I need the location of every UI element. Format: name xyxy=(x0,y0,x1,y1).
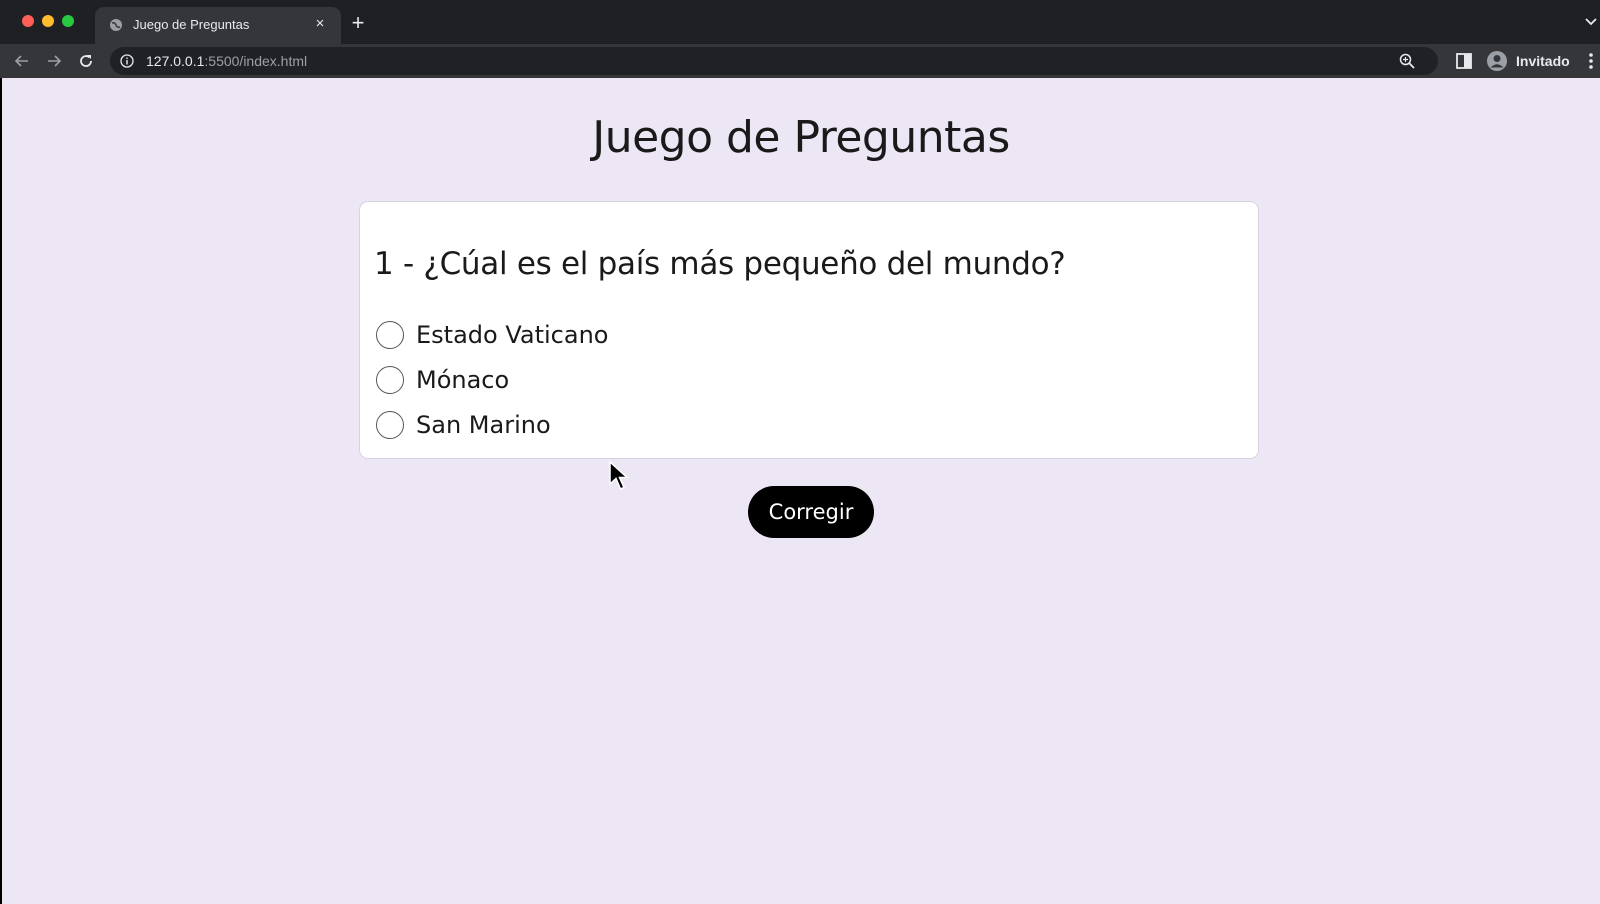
arrow-left-icon xyxy=(14,55,28,67)
radio-button[interactable] xyxy=(376,410,404,439)
page-viewport: Juego de Preguntas 1 - ¿Cúal es el país … xyxy=(2,78,1600,904)
option-estado-vaticano[interactable]: Estado Vaticano xyxy=(376,312,608,357)
option-san-marino[interactable]: San Marino xyxy=(376,402,608,447)
browser-tab[interactable]: Juego de Preguntas × xyxy=(95,7,341,44)
forward-button[interactable] xyxy=(42,49,66,73)
url-path: :5500/index.html xyxy=(204,53,308,69)
url-host: 127.0.0.1 xyxy=(146,53,205,69)
profile-button[interactable]: Invitado xyxy=(1482,47,1580,75)
option-label: Estado Vaticano xyxy=(416,320,609,349)
answer-options: Estado Vaticano Mónaco San Marino xyxy=(376,312,608,447)
chevron-down-icon[interactable] xyxy=(1584,16,1598,28)
profile-label: Invitado xyxy=(1516,53,1570,69)
maximize-window-button[interactable] xyxy=(62,15,74,27)
mouse-cursor-icon xyxy=(609,460,629,490)
option-label: San Marino xyxy=(416,410,551,439)
reload-button[interactable] xyxy=(74,49,98,73)
page-title: Juego de Preguntas xyxy=(592,112,1010,163)
close-window-button[interactable] xyxy=(22,15,34,27)
corregir-button[interactable]: Corregir xyxy=(748,486,874,538)
side-panel-icon[interactable] xyxy=(1455,52,1473,70)
zoom-icon[interactable] xyxy=(1398,52,1416,70)
reload-icon xyxy=(80,55,92,67)
new-tab-button[interactable]: + xyxy=(347,12,369,34)
info-icon[interactable] xyxy=(120,54,134,68)
browser-toolbar: 127.0.0.1:5500/index.html xyxy=(0,44,1600,78)
radio-button[interactable] xyxy=(376,320,404,349)
option-label: Mónaco xyxy=(416,365,510,394)
question-card: 1 - ¿Cúal es el país más pequeño del mun… xyxy=(359,201,1259,459)
more-menu-icon[interactable] xyxy=(1588,52,1594,70)
radio-button[interactable] xyxy=(376,365,404,394)
avatar-icon xyxy=(1487,51,1507,71)
tab-title: Juego de Preguntas xyxy=(133,17,250,32)
browser-tab-bar: Juego de Preguntas × + xyxy=(0,0,1600,44)
close-tab-icon[interactable]: × xyxy=(311,15,329,33)
option-monaco[interactable]: Mónaco xyxy=(376,357,608,402)
url-text: 127.0.0.1:5500/index.html xyxy=(146,53,307,69)
question-text: 1 - ¿Cúal es el país más pequeño del mun… xyxy=(374,246,1066,282)
globe-icon xyxy=(110,19,122,31)
minimize-window-button[interactable] xyxy=(42,15,54,27)
back-button[interactable] xyxy=(10,49,34,73)
address-bar[interactable]: 127.0.0.1:5500/index.html xyxy=(110,47,1438,75)
arrow-right-icon xyxy=(48,55,62,67)
